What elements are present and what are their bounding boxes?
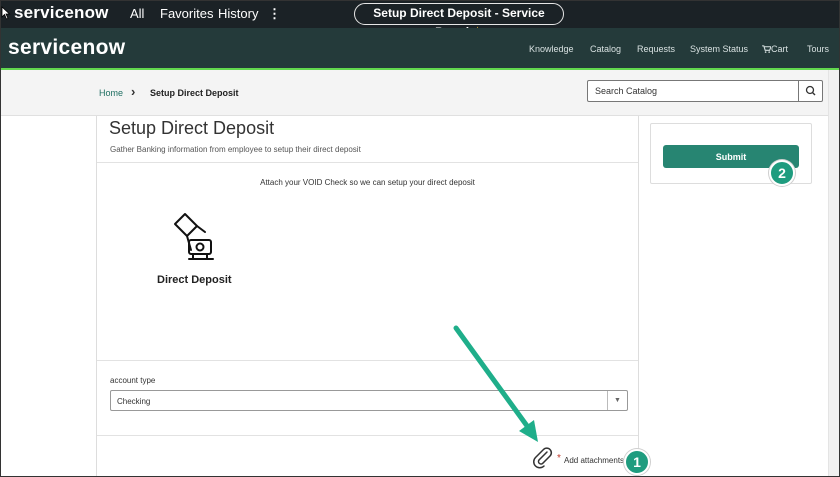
menu-knowledge[interactable]: Knowledge <box>529 44 574 54</box>
annotation-badge-2: 2 <box>769 160 795 186</box>
divider <box>97 162 638 163</box>
nav-all[interactable]: All <box>130 6 144 21</box>
chevron-right-icon: › <box>131 84 136 99</box>
page-title-pill[interactable]: Setup Direct Deposit - Service Portal★ <box>354 3 564 39</box>
portal-logo[interactable]: servicenow <box>8 36 125 60</box>
catalog-item-form: Setup Direct Deposit Gather Banking info… <box>96 116 639 477</box>
required-marker: * <box>557 453 561 464</box>
breadcrumb-current: Setup Direct Deposit <box>150 88 239 98</box>
breadcrumb-home[interactable]: Home <box>99 88 123 98</box>
account-type-value: Checking <box>117 397 151 406</box>
attach-instructions: Attach your VOID Check so we can setup y… <box>260 178 475 187</box>
nav-history[interactable]: History <box>218 6 258 21</box>
scrollbar[interactable] <box>828 70 840 477</box>
search-button[interactable] <box>798 81 822 101</box>
form-title: Setup Direct Deposit <box>109 118 275 138</box>
platform-top-bar: servicenow All Favorites History ⋮ Setup… <box>0 0 840 39</box>
menu-requests[interactable]: Requests <box>637 44 675 54</box>
mouse-cursor-icon <box>1 6 11 20</box>
annotation-badge-1: 1 <box>624 449 650 475</box>
breadcrumb: Home › Setup Direct Deposit <box>0 70 840 116</box>
search-icon <box>805 85 816 96</box>
form-description: Gather Banking information from employee… <box>110 145 361 154</box>
direct-deposit-label: Direct Deposit <box>157 274 232 286</box>
account-type-select[interactable]: Checking ▼ <box>110 390 628 411</box>
menu-catalog[interactable]: Catalog <box>590 44 621 54</box>
divider <box>97 360 638 361</box>
search-input[interactable] <box>588 81 798 101</box>
catalog-search <box>587 80 823 102</box>
cart-icon <box>762 45 772 53</box>
nav-favorites[interactable]: Favorites <box>160 6 213 21</box>
menu-cart[interactable]: Cart <box>762 44 788 54</box>
direct-deposit-icon <box>174 213 214 260</box>
account-type-label: account type <box>110 376 156 385</box>
platform-logo[interactable]: servicenow <box>14 3 109 23</box>
more-menu-icon[interactable]: ⋮ <box>268 6 281 22</box>
add-attachments-link[interactable]: Add attachments <box>564 456 624 465</box>
divider <box>97 435 638 436</box>
paperclip-icon[interactable] <box>532 447 554 469</box>
menu-tours[interactable]: Tours <box>807 44 829 54</box>
portal-header: servicenow Knowledge Catalog Requests Sy… <box>0 28 840 70</box>
menu-system-status[interactable]: System Status <box>690 44 748 54</box>
chevron-down-icon[interactable]: ▼ <box>607 391 627 410</box>
